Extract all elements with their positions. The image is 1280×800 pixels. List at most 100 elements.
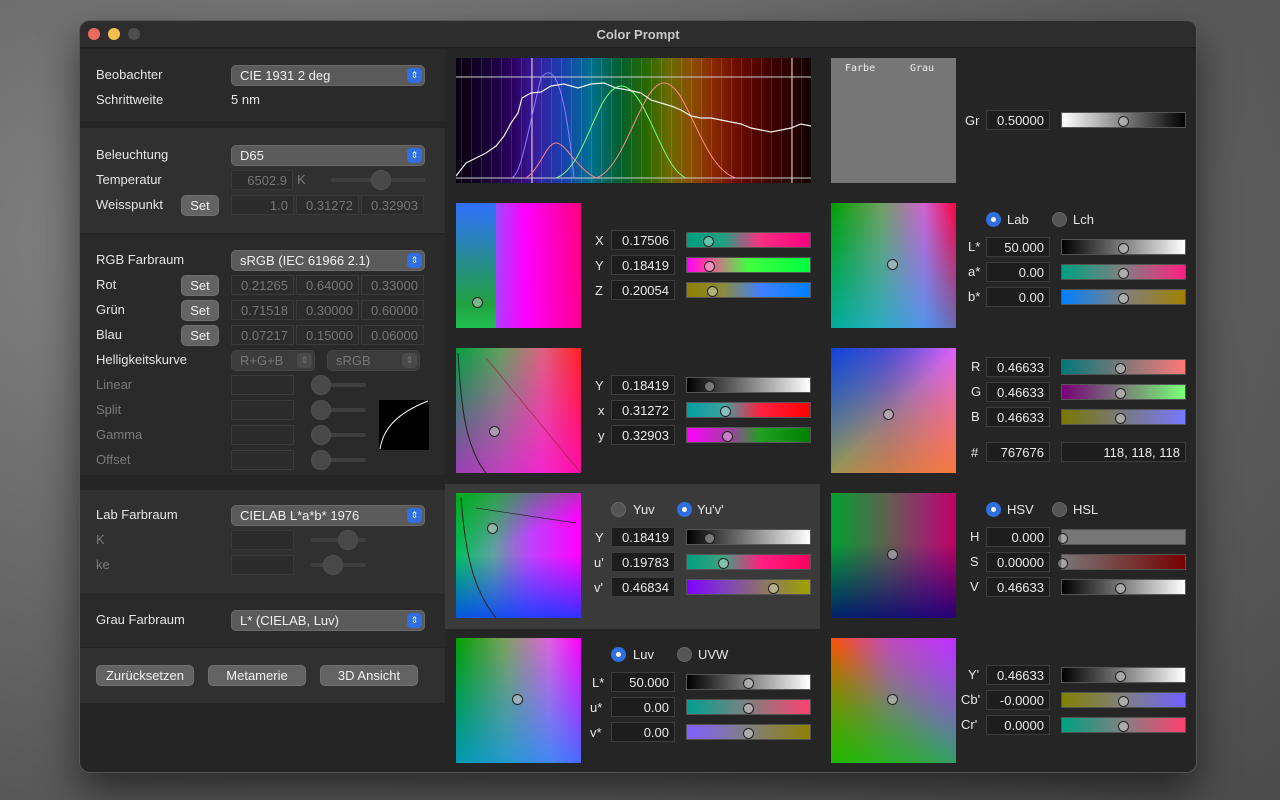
yuv-v-slider[interactable]	[686, 579, 811, 595]
yuv-y-field[interactable]: 0.18419	[611, 527, 675, 547]
lab-b-slider[interactable]	[1061, 289, 1186, 305]
ycbcr-color-plane[interactable]	[831, 638, 956, 763]
yxy-yy-slider[interactable]	[686, 427, 811, 443]
rgb-color-plane[interactable]	[831, 348, 956, 473]
xyz-y-slider[interactable]	[686, 257, 811, 273]
linear-field[interactable]	[231, 375, 294, 395]
luv-u-knob[interactable]	[743, 703, 754, 714]
k-field[interactable]	[231, 530, 294, 550]
illuminant-select[interactable]: D65 ⇕	[231, 145, 425, 166]
rgb-g-field[interactable]: 0.46633	[986, 382, 1050, 402]
split-slider-knob[interactable]	[311, 400, 331, 420]
hsv-v-slider[interactable]	[1061, 579, 1186, 595]
temperature-slider-knob[interactable]	[371, 170, 391, 190]
lab-plane-cursor[interactable]	[887, 259, 898, 270]
lab-a-field[interactable]: 0.00	[986, 262, 1050, 282]
yxy-yy-field[interactable]: 0.32903	[611, 425, 675, 445]
hsv-h-field[interactable]: 0.000	[986, 527, 1050, 547]
curve-mode-select[interactable]: R+G+B ⇕	[231, 350, 315, 371]
xyz-z-field[interactable]: 0.20054	[611, 280, 675, 300]
yuv-u-slider[interactable]	[686, 554, 811, 570]
luv-l-slider[interactable]	[686, 674, 811, 690]
yxy-plane-cursor[interactable]	[489, 426, 500, 437]
lab-b-knob[interactable]	[1118, 293, 1129, 304]
red-luminance-field[interactable]: 0.21265	[231, 275, 294, 295]
luv-v-knob[interactable]	[743, 728, 754, 739]
hsv-s-knob[interactable]	[1057, 558, 1068, 569]
ycbcr-cr-slider[interactable]	[1061, 717, 1186, 733]
yxy-y-field[interactable]: 0.18419	[611, 375, 675, 395]
curve-preset-select[interactable]: sRGB ⇕	[327, 350, 420, 371]
linear-slider-knob[interactable]	[311, 375, 331, 395]
ycbcr-cb-field[interactable]: -0.0000	[986, 690, 1050, 710]
yuv-v-knob[interactable]	[768, 583, 779, 594]
green-set-button[interactable]: Set	[181, 300, 219, 321]
xyz-x-knob[interactable]	[703, 236, 714, 247]
yuv-y-knob[interactable]	[704, 533, 715, 544]
hsv-plane-cursor[interactable]	[887, 549, 898, 560]
xyz-z-knob[interactable]	[707, 286, 718, 297]
green-y-field[interactable]: 0.60000	[361, 300, 424, 320]
split-field[interactable]	[231, 400, 294, 420]
hsv-color-plane[interactable]	[831, 493, 956, 618]
xyz-z-slider[interactable]	[686, 282, 811, 298]
hex-field[interactable]: 767676	[986, 442, 1050, 462]
whitepoint-y-field[interactable]: 1.0	[231, 195, 294, 215]
ycbcr-cb-knob[interactable]	[1118, 696, 1129, 707]
green-luminance-field[interactable]: 0.71518	[231, 300, 294, 320]
xyz-y-knob[interactable]	[704, 261, 715, 272]
xyz-y-field[interactable]: 0.18419	[611, 255, 675, 275]
observer-select[interactable]: CIE 1931 2 deg ⇕	[231, 65, 425, 86]
rgb-b-slider[interactable]	[1061, 409, 1186, 425]
yxy-x-knob[interactable]	[720, 406, 731, 417]
yuv-u-field[interactable]: 0.19783	[611, 552, 675, 572]
rgb-triplet-field[interactable]: 118, 118, 118	[1061, 442, 1186, 462]
hsv-v-knob[interactable]	[1115, 583, 1126, 594]
xyz-color-plane[interactable]	[456, 203, 581, 328]
yuv-plane-cursor[interactable]	[487, 523, 498, 534]
luv-color-plane[interactable]	[456, 638, 581, 763]
yxy-x-field[interactable]: 0.31272	[611, 400, 675, 420]
k-slider-knob[interactable]	[338, 530, 358, 550]
xyz-x-field[interactable]: 0.17506	[611, 230, 675, 250]
ke-slider-knob[interactable]	[323, 555, 343, 575]
yuv-prime-radio[interactable]	[677, 502, 692, 517]
yxy-color-plane[interactable]	[456, 348, 581, 473]
rgb-plane-cursor[interactable]	[883, 409, 894, 420]
yxy-yy-knob[interactable]	[722, 431, 733, 442]
red-set-button[interactable]: Set	[181, 275, 219, 296]
blue-luminance-field[interactable]: 0.07217	[231, 325, 294, 345]
gray-field[interactable]: 0.50000	[986, 110, 1050, 130]
rgb-r-knob[interactable]	[1115, 363, 1126, 374]
hsv-radio[interactable]	[986, 502, 1001, 517]
ycbcr-cb-slider[interactable]	[1061, 692, 1186, 708]
hsv-h-knob[interactable]	[1057, 533, 1068, 544]
hsv-h-slider[interactable]	[1057, 529, 1186, 545]
temperature-field[interactable]: 6502.9	[231, 170, 293, 190]
xyz-plane-cursor[interactable]	[472, 297, 483, 308]
lab-l-field[interactable]: 50.000	[986, 237, 1050, 257]
yuv-y-slider[interactable]	[686, 529, 811, 545]
xyz-x-slider[interactable]	[686, 232, 811, 248]
yuv-u-knob[interactable]	[718, 558, 729, 569]
rgb-g-knob[interactable]	[1115, 388, 1126, 399]
lab-space-select[interactable]: CIELAB L*a*b* 1976 ⇕	[231, 505, 425, 526]
hsv-s-slider[interactable]	[1057, 554, 1186, 570]
rgb-b-knob[interactable]	[1115, 413, 1126, 424]
lab-color-plane[interactable]	[831, 203, 956, 328]
yxy-y-slider[interactable]	[686, 377, 811, 393]
offset-slider-knob[interactable]	[311, 450, 331, 470]
lab-a-knob[interactable]	[1118, 268, 1129, 279]
blue-set-button[interactable]: Set	[181, 325, 219, 346]
yuv-color-plane[interactable]	[456, 493, 581, 618]
ycbcr-y-field[interactable]: 0.46633	[986, 665, 1050, 685]
rgb-space-select[interactable]: sRGB (IEC 61966 2.1) ⇕	[231, 250, 425, 271]
whitepoint-y2-field[interactable]: 0.32903	[361, 195, 424, 215]
hsv-s-field[interactable]: 0.00000	[986, 552, 1050, 572]
gamma-slider-knob[interactable]	[311, 425, 331, 445]
ycbcr-y-slider[interactable]	[1061, 667, 1186, 683]
gray-slider-knob[interactable]	[1118, 116, 1129, 127]
hsl-radio[interactable]	[1052, 502, 1067, 517]
gray-slider[interactable]	[1061, 112, 1186, 128]
view-3d-button[interactable]: 3D Ansicht	[320, 665, 418, 686]
